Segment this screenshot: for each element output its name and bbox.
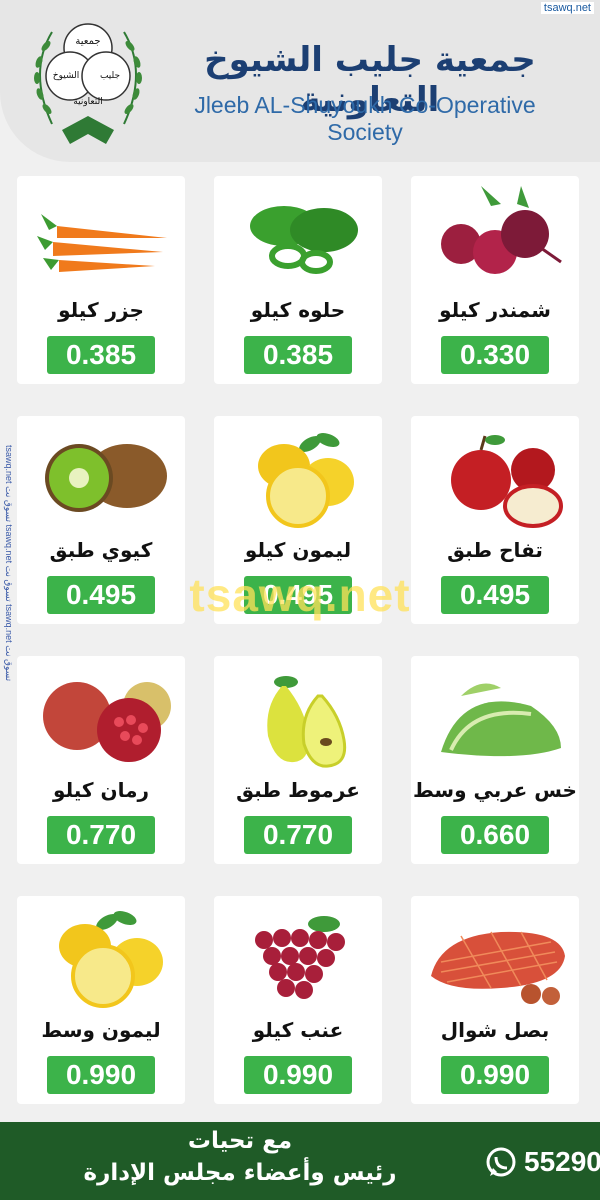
product-card: رمان كيلو 0.770 bbox=[17, 656, 185, 864]
product-name: خس عربي وسط bbox=[413, 778, 577, 802]
phone-number[interactable]: 55290 bbox=[524, 1146, 600, 1178]
product-price: 0.990 bbox=[441, 1056, 549, 1094]
footer: مع تحيات رئيس وأعضاء مجلس الإدارة 55290 bbox=[0, 1122, 600, 1200]
header: جمعية جليب الشيوخ التعاونية جمعية جليب ا… bbox=[0, 0, 600, 162]
product-name: ليمون وسط bbox=[41, 1018, 161, 1042]
apple-icon bbox=[451, 435, 563, 528]
product-price: 0.990 bbox=[47, 1056, 155, 1094]
product-price: 0.770 bbox=[244, 816, 352, 854]
product-price: 0.330 bbox=[441, 336, 549, 374]
pear-icon bbox=[267, 676, 347, 768]
product-card: شمندر كيلو 0.330 bbox=[411, 176, 579, 384]
footer-board: رئيس وأعضاء مجلس الإدارة bbox=[83, 1160, 397, 1186]
product-card: خس عربي وسط 0.660 bbox=[411, 656, 579, 864]
product-name: عنب كيلو bbox=[252, 1018, 344, 1042]
cooperative-logo: جمعية جليب الشيوخ التعاونية bbox=[34, 23, 142, 144]
lemon-icon bbox=[258, 433, 354, 528]
society-title-english: Jleeb AL-Shuyoukh Co-Operative Society bbox=[194, 92, 536, 145]
product-card: ليمون وسط 0.990 bbox=[17, 896, 185, 1104]
site-badge: tsawq.net bbox=[540, 2, 594, 14]
side-watermark: tsawq.net تسوق نت tsawq.net تسوق نت tsaw… bbox=[4, 445, 14, 682]
logo-word-4: التعاونية bbox=[73, 97, 102, 107]
product-name: حلوه كيلو bbox=[250, 298, 346, 322]
product-name: جزر كيلو bbox=[58, 298, 144, 322]
logo-word-2: جليب bbox=[100, 71, 120, 81]
product-card: عرموط طبق 0.770 bbox=[214, 656, 382, 864]
product-name: عرموط طبق bbox=[236, 778, 360, 802]
product-price: 0.385 bbox=[47, 336, 155, 374]
product-name: رمان كيلو bbox=[53, 778, 149, 802]
pomegranate-icon bbox=[43, 682, 171, 762]
onion-sack-icon bbox=[431, 931, 565, 1005]
watermark: tsawq.net bbox=[189, 569, 411, 621]
product-card: بصل شوال 0.990 bbox=[411, 896, 579, 1104]
lettuce-icon bbox=[441, 683, 561, 757]
product-card: حلوه كيلو 0.385 bbox=[214, 176, 382, 384]
whatsapp-icon bbox=[486, 1147, 516, 1177]
footer-greeting: مع تحيات bbox=[187, 1128, 293, 1154]
logo-word-1: جمعية bbox=[75, 36, 100, 47]
logo-word-3: الشيوخ bbox=[53, 71, 79, 81]
carrot-icon bbox=[37, 214, 167, 272]
lemon-icon bbox=[59, 911, 163, 1008]
product-name: ليمون كيلو bbox=[244, 538, 352, 562]
grapes-icon bbox=[255, 916, 345, 999]
product-price: 0.990 bbox=[244, 1056, 352, 1094]
product-price: 0.385 bbox=[244, 336, 352, 374]
product-name: بصل شوال bbox=[440, 1018, 550, 1042]
product-price: 0.495 bbox=[47, 576, 155, 614]
product-card: عنب كيلو 0.990 bbox=[214, 896, 382, 1104]
green-pepper-icon bbox=[250, 206, 358, 274]
product-price: 0.660 bbox=[441, 816, 549, 854]
kiwi-icon bbox=[45, 444, 167, 512]
product-name: تفاح طبق bbox=[447, 538, 543, 562]
product-price: 0.770 bbox=[47, 816, 155, 854]
beetroot-icon bbox=[441, 186, 562, 274]
product-name: كيوي طبق bbox=[49, 538, 153, 562]
product-card: كيوي طبق 0.495 bbox=[17, 416, 185, 624]
product-price: 0.495 bbox=[441, 576, 549, 614]
product-name: شمندر كيلو bbox=[439, 298, 551, 322]
product-card: جزر كيلو 0.385 bbox=[17, 176, 185, 384]
product-card: تفاح طبق 0.495 bbox=[411, 416, 579, 624]
